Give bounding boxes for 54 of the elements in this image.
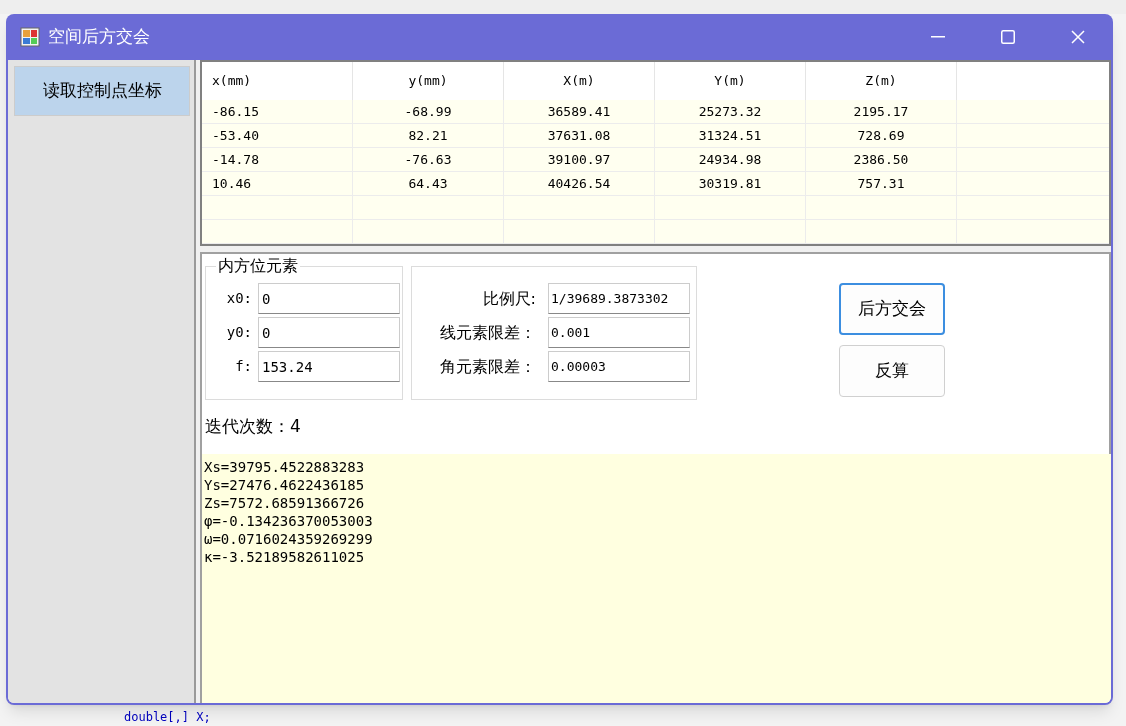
table-cell: 30319.81	[655, 172, 806, 195]
iteration-count: 迭代次数：4	[205, 415, 301, 438]
field-label: x0:	[225, 289, 253, 308]
table-cell: 37631.08	[504, 124, 655, 147]
output-line: Ys=27476.4622436185	[204, 476, 366, 494]
action-button[interactable]: 反算	[839, 345, 945, 397]
table-cell: -68.99	[353, 100, 504, 123]
maximize-icon	[1001, 30, 1015, 44]
column-header[interactable]: X(m)	[504, 62, 655, 100]
table-cell: -76.63	[353, 148, 504, 171]
input-field[interactable]: 0.00003	[548, 351, 690, 382]
column-header[interactable]: Y(m)	[655, 62, 806, 100]
table-cell: 82.21	[353, 124, 504, 147]
minimize-icon	[931, 36, 945, 38]
table-cell: 39100.97	[504, 148, 655, 171]
field-label: 线元素限差：	[439, 321, 537, 344]
output-line: φ=-0.134236370053003	[204, 512, 374, 530]
table-cell: 31324.51	[655, 124, 806, 147]
field-label: 角元素限差：	[439, 355, 537, 378]
table-cell: 24934.98	[655, 148, 806, 171]
code-line: double[,] X;	[124, 709, 211, 726]
app-icon	[20, 27, 40, 47]
close-icon	[1071, 30, 1085, 44]
table-cell: 25273.32	[655, 100, 806, 123]
output-line: Xs=39795.4522883283	[204, 458, 366, 476]
table-cell: 40426.54	[504, 172, 655, 195]
table-cell: -14.78	[202, 148, 353, 171]
table-cell: 2386.50	[806, 148, 957, 171]
output-line: κ=-3.52189582611025	[204, 548, 366, 566]
input-field[interactable]: 0.001	[548, 317, 690, 348]
output-line: ω=0.0716024359269299	[204, 530, 374, 548]
field-label: y0:	[225, 323, 253, 342]
column-header[interactable]: x(mm)	[202, 62, 353, 100]
field-label: 比例尺:	[481, 287, 537, 310]
input-field[interactable]: 0	[258, 317, 400, 348]
table-cell: 64.43	[353, 172, 504, 195]
column-header[interactable]: y(mm)	[353, 62, 504, 100]
table-cell: 757.31	[806, 172, 957, 195]
load-button[interactable]: 读取控制点坐标	[14, 66, 190, 116]
table-cell: 10.46	[202, 172, 353, 195]
field-label: f:	[234, 357, 253, 376]
column-header[interactable]: Z(m)	[806, 62, 957, 100]
window-title: 空间后方交会	[48, 25, 150, 49]
output-line: Zs=7572.68591366726	[204, 494, 366, 512]
table-cell: 728.69	[806, 124, 957, 147]
table-cell: -86.15	[202, 100, 353, 123]
input-field[interactable]: 153.24	[258, 351, 400, 382]
table-cell: -53.40	[202, 124, 353, 147]
table-cell: 2195.17	[806, 100, 957, 123]
input-field[interactable]: 1/39689.3873302	[548, 283, 690, 314]
action-button[interactable]: 后方交会	[839, 283, 945, 335]
table-cell: 36589.41	[504, 100, 655, 123]
input-field[interactable]: 0	[258, 283, 400, 314]
group-title: 内方位元素	[216, 256, 300, 276]
